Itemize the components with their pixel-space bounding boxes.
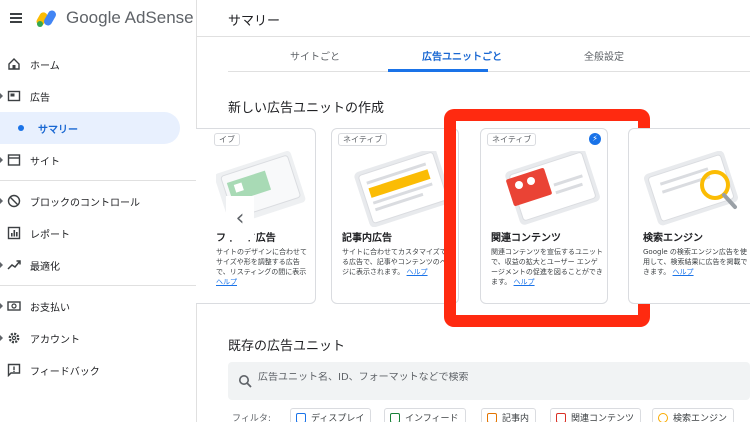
filter-chip-display[interactable]: ディスプレイ	[290, 408, 372, 422]
create-section-title: 新しい広告ユニットの作成	[228, 101, 385, 116]
ad-unit-card-search-engine[interactable]: 検索エンジン Google の検索エンジン広告を使用して、検索結果に広告を掲載で…	[628, 128, 750, 304]
caret-down-icon	[0, 93, 3, 99]
sidebar-item-home[interactable]: ホーム	[0, 48, 196, 80]
card-tag: イブ	[214, 133, 240, 146]
card-title: 記事内広告	[342, 233, 392, 244]
help-link[interactable]: ヘルプ	[673, 268, 694, 276]
sidebar-item-sites[interactable]: サイト	[0, 144, 196, 176]
tab-by-site[interactable]: サイトごと	[290, 48, 340, 63]
matched-content-icon	[556, 413, 566, 422]
caret-right-icon	[0, 157, 3, 163]
sidebar-separator	[0, 180, 196, 181]
ad-unit-search[interactable]	[228, 362, 750, 400]
sidebar-item-label: フィードバック	[30, 366, 100, 378]
filter-chip-search-engine[interactable]: 検索エンジン	[652, 408, 735, 422]
gear-icon	[8, 332, 20, 344]
search-icon	[239, 375, 252, 388]
adsense-logo-icon	[36, 10, 56, 27]
sidebar-item-label: サマリー	[38, 124, 78, 136]
active-dot-icon	[18, 125, 24, 131]
adsense-app: Google AdSense ホーム 広告 サマリー サイト ブロックのコントロ…	[0, 0, 750, 422]
card-description: Google の検索エンジン広告を使用して、検索結果に広告を掲載できます。 ヘル…	[643, 248, 748, 276]
sidebar-item-block-controls[interactable]: ブロックのコントロール	[0, 185, 196, 217]
filter-chip-in-feed[interactable]: インフィード	[384, 408, 466, 422]
in-feed-icon	[390, 413, 400, 422]
card-description: サイトのデザインに合わせてサイズや形を調整する広告で、リスティングの間に表示 ヘ…	[216, 248, 307, 286]
highlight-frame	[444, 109, 650, 327]
search-engine-icon	[658, 413, 668, 422]
page-title: サマリー	[228, 14, 281, 29]
filter-chip-in-article[interactable]: 記事内	[481, 408, 537, 422]
report-icon	[7, 226, 21, 240]
sidebar-item-label: ブロックのコントロール	[30, 197, 140, 209]
sidebar-item-optimization[interactable]: 最適化	[0, 249, 196, 281]
ad-unit-card-in-feed[interactable]: イブ フィード広告 サイトのデザインに合わせてサイズや形を調整する広告で、リステ…	[196, 128, 316, 304]
in-article-icon	[487, 413, 497, 422]
sidebar-item-label: サイト	[30, 156, 60, 168]
caret-right-icon	[0, 198, 3, 204]
sidebar-item-reports[interactable]: レポート	[0, 217, 196, 249]
tab-by-ad-unit[interactable]: 広告ユニットごと	[422, 48, 502, 63]
sidebar-separator	[0, 285, 196, 286]
carousel-prev-button[interactable]: ‹	[226, 196, 254, 240]
sidebar-item-ads[interactable]: 広告	[0, 80, 196, 112]
caret-right-icon	[0, 335, 3, 341]
sidebar-item-summary[interactable]: サマリー	[0, 112, 180, 144]
home-icon	[8, 58, 20, 70]
card-description: サイトに合わせてカスタマイズできる広告で、記事やコンテンツのページに表示されます…	[342, 248, 454, 276]
tab-general-settings[interactable]: 全般設定	[584, 48, 624, 63]
sidebar-item-feedback[interactable]: フィードバック	[0, 354, 196, 386]
sidebar-item-account[interactable]: アカウント	[0, 322, 196, 354]
feedback-icon	[7, 363, 21, 377]
brand-name: Google AdSense	[66, 8, 194, 27]
existing-section-title: 既存の広告ユニット	[228, 339, 346, 354]
ad-unit-card-in-article[interactable]: ネイティブ 記事内広告 サイトに合わせてカスタマイズできる広告で、記事やコンテン…	[331, 128, 459, 304]
card-title: 検索エンジン	[643, 233, 703, 244]
caret-right-icon	[0, 262, 3, 268]
card-tag: ネイティブ	[338, 133, 388, 146]
filter-label: フィルタ:	[232, 414, 271, 422]
sidebar-item-label: お支払い	[30, 302, 70, 314]
search-engine-illustration-icon	[644, 151, 738, 226]
header-divider	[196, 36, 750, 37]
display-icon	[296, 413, 306, 422]
sidebar-item-label: 広告	[30, 92, 50, 104]
sidebar-item-label: ホーム	[30, 60, 60, 72]
help-link[interactable]: ヘルプ	[216, 278, 237, 286]
chevron-left-icon: ‹	[235, 205, 245, 231]
sidebar-item-payments[interactable]: お支払い	[0, 290, 196, 322]
browser-icon	[7, 154, 21, 166]
active-tab-indicator	[388, 69, 488, 72]
sidebar: ホーム 広告 サマリー サイト ブロックのコントロール レポート 最適化 お支払…	[0, 48, 196, 386]
sidebar-item-label: 最適化	[30, 261, 60, 273]
trending-icon	[7, 260, 21, 270]
payment-icon	[7, 301, 21, 311]
help-link[interactable]: ヘルプ	[407, 268, 428, 276]
sidebar-item-label: アカウント	[30, 334, 80, 346]
caret-right-icon	[0, 303, 3, 309]
block-icon	[7, 194, 21, 208]
menu-icon[interactable]	[10, 13, 22, 23]
ad-icon	[7, 90, 21, 102]
search-input[interactable]	[258, 372, 728, 383]
in-article-illustration-icon	[354, 151, 452, 227]
sidebar-item-label: レポート	[30, 229, 70, 241]
filter-chip-matched-content[interactable]: 関連コンテンツ	[550, 408, 642, 422]
tab-bar: サイトごと 広告ユニットごと 全般設定	[228, 40, 750, 72]
